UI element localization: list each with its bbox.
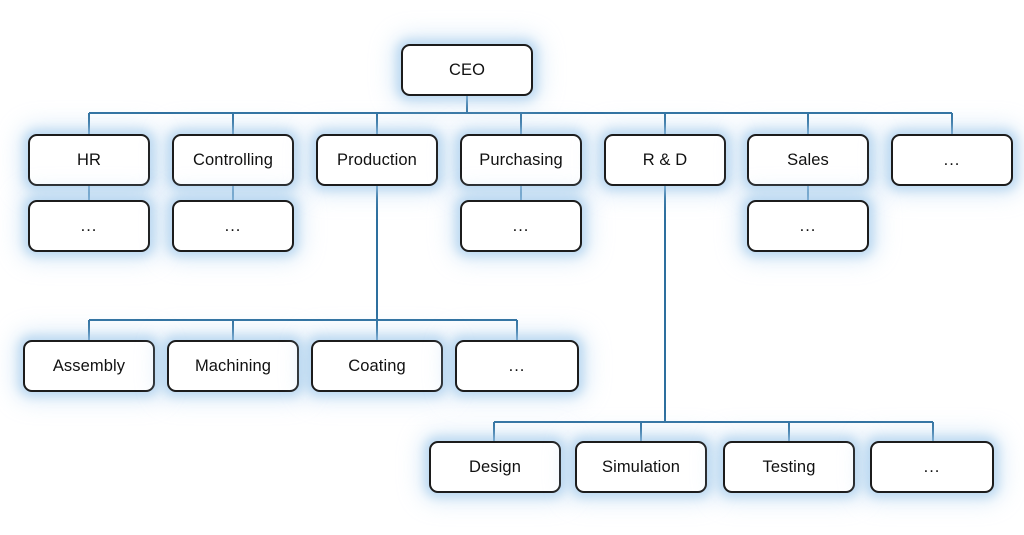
org-node-controlling[interactable]: Controlling [172, 134, 294, 186]
org-node-label-production: Production [337, 150, 417, 169]
org-node-design[interactable]: Design [429, 441, 561, 493]
org-node-hr[interactable]: HR [28, 134, 150, 186]
org-node-simulation[interactable]: Simulation [575, 441, 707, 493]
org-node-label-rnd-more: ... [923, 457, 941, 476]
org-node-production[interactable]: Production [316, 134, 438, 186]
node-layer: CEO HR Controlling Production Purchasing R & … [0, 0, 1024, 535]
org-node-more-top[interactable]: ... [891, 134, 1013, 186]
org-node-purchasing[interactable]: Purchasing [460, 134, 582, 186]
org-node-label-controlling-more: ... [224, 216, 242, 235]
org-node-assembly[interactable]: Assembly [23, 340, 155, 392]
org-node-label-assembly: Assembly [52, 356, 126, 375]
org-node-purchasing-more[interactable]: ... [460, 200, 582, 252]
org-node-label-design: Design [469, 457, 521, 476]
org-node-machining[interactable]: Machining [167, 340, 299, 392]
org-node-sales[interactable]: Sales [747, 134, 869, 186]
org-node-rnd[interactable]: R & D [604, 134, 726, 186]
org-node-label-purchasing-more: ... [512, 216, 530, 235]
org-node-prod-more[interactable]: ... [455, 340, 579, 392]
org-node-label-hr-more: ... [80, 216, 98, 235]
org-node-label-more-top: ... [943, 150, 961, 169]
org-node-coating[interactable]: Coating [311, 340, 443, 392]
org-node-label-rnd: R & D [642, 150, 688, 169]
org-node-label-hr: HR [76, 150, 102, 169]
org-node-label-controlling: Controlling [193, 150, 273, 169]
org-node-label-testing: Testing [762, 457, 816, 476]
org-node-label-sales: Sales [787, 150, 829, 169]
org-node-label-sales-more: ... [799, 216, 817, 235]
org-node-label-prod-more: ... [508, 356, 526, 375]
org-node-ceo[interactable]: CEO [401, 44, 533, 96]
org-node-controlling-more[interactable]: ... [172, 200, 294, 252]
org-node-label-ceo: CEO [448, 60, 486, 79]
org-chart-canvas: CEO HR Controlling Production Purchasing R & … [0, 0, 1024, 535]
org-node-rnd-more[interactable]: ... [870, 441, 994, 493]
org-node-label-purchasing: Purchasing [479, 150, 563, 169]
org-node-label-coating: Coating [348, 356, 406, 375]
org-node-label-machining: Machining [194, 356, 272, 375]
org-node-hr-more[interactable]: ... [28, 200, 150, 252]
org-node-sales-more[interactable]: ... [747, 200, 869, 252]
org-node-label-simulation: Simulation [601, 457, 681, 476]
org-node-testing[interactable]: Testing [723, 441, 855, 493]
